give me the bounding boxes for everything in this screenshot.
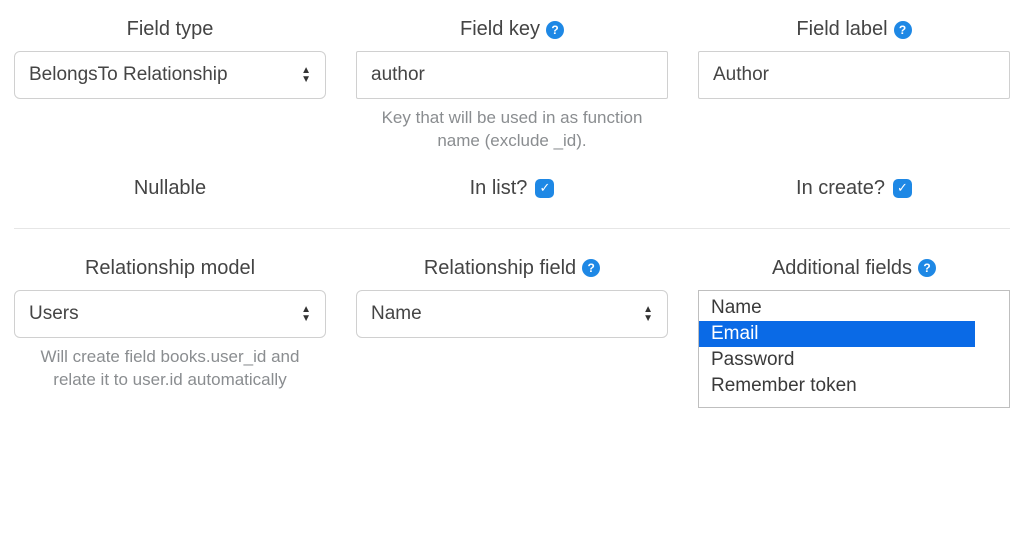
field-label-label: Field label ? <box>796 18 911 41</box>
help-icon[interactable]: ? <box>918 259 936 277</box>
help-icon[interactable]: ? <box>546 21 564 39</box>
nullable-option[interactable]: Nullable <box>14 177 326 200</box>
field-type-label: Field type <box>127 18 214 41</box>
relationship-model-select[interactable]: Users <box>14 290 326 338</box>
relationship-field-select[interactable]: Name <box>356 290 668 338</box>
chevron-updown-icon <box>301 67 311 83</box>
field-type-label-text: Field type <box>127 18 214 41</box>
field-key-label-text: Field key <box>460 18 540 41</box>
relationship-model-value: Users <box>29 303 79 325</box>
field-key-label: Field key ? <box>460 18 564 41</box>
relationship-field-value: Name <box>371 303 422 325</box>
field-label-label-text: Field label <box>796 18 887 41</box>
in-list-option[interactable]: In list? ✓ <box>356 177 668 200</box>
field-label-input[interactable]: Author <box>698 51 1010 99</box>
additional-fields-listbox[interactable]: NameEmailPasswordRemember token <box>698 290 1010 408</box>
additional-fields-option[interactable]: Remember token <box>699 373 1009 399</box>
field-label-value: Author <box>713 64 769 86</box>
help-icon[interactable]: ? <box>582 259 600 277</box>
additional-fields-label: Additional fields ? <box>772 257 936 280</box>
field-type-select[interactable]: BelongsTo Relationship <box>14 51 326 99</box>
chevron-updown-icon <box>643 306 653 322</box>
additional-fields-option[interactable]: Name <box>699 295 1009 321</box>
field-type-value: BelongsTo Relationship <box>29 64 228 86</box>
additional-fields-option[interactable]: Email <box>699 321 975 347</box>
in-list-label: In list? <box>470 177 528 200</box>
divider <box>14 228 1010 229</box>
relationship-field-label: Relationship field ? <box>424 257 600 280</box>
relationship-model-helper: Will create field books.user_id and rela… <box>20 346 320 392</box>
nullable-label: Nullable <box>134 177 206 200</box>
in-create-checkbox[interactable]: ✓ <box>893 179 912 198</box>
relationship-model-label-text: Relationship model <box>85 257 255 280</box>
relationship-field-label-text: Relationship field <box>424 257 576 280</box>
field-key-input[interactable]: author <box>356 51 668 99</box>
field-key-value: author <box>371 64 425 86</box>
additional-fields-option[interactable]: Password <box>699 347 1009 373</box>
relationship-model-label: Relationship model <box>85 257 255 280</box>
in-create-label: In create? <box>796 177 885 200</box>
help-icon[interactable]: ? <box>894 21 912 39</box>
in-create-option[interactable]: In create? ✓ <box>698 177 1010 200</box>
field-key-helper: Key that will be used in as function nam… <box>362 107 662 153</box>
chevron-updown-icon <box>301 306 311 322</box>
additional-fields-label-text: Additional fields <box>772 257 912 280</box>
in-list-checkbox[interactable]: ✓ <box>535 179 554 198</box>
